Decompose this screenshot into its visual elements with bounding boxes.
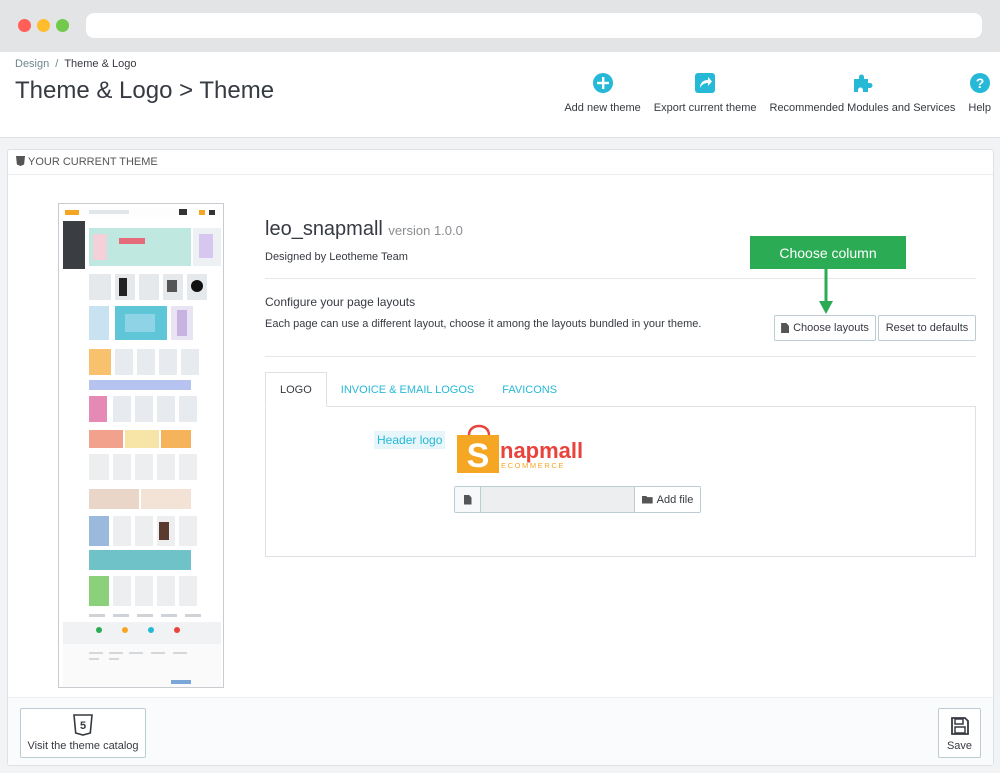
logo-subtext: ECOMMERCE — [501, 461, 565, 470]
reset-to-defaults-label: Reset to defaults — [885, 322, 969, 334]
logo-file-input[interactable]: Add file — [454, 486, 701, 513]
callout-arrow — [819, 269, 833, 314]
export-theme-button[interactable]: Export current theme — [654, 72, 757, 114]
visit-theme-catalog-label: Visit the theme catalog — [27, 740, 139, 752]
theme-name-text: leo_snapmall — [265, 218, 383, 240]
add-new-theme-label: Add new theme — [564, 102, 641, 114]
help-icon: ? — [969, 72, 991, 94]
panel-heading-text: YOUR CURRENT THEME — [28, 156, 158, 168]
divider — [265, 278, 976, 279]
breadcrumb: Design / Theme & Logo — [15, 58, 136, 70]
breadcrumb-design[interactable]: Design — [15, 58, 49, 70]
theme-version: version 1.0.0 — [388, 223, 463, 238]
choose-layouts-label: Choose layouts — [793, 322, 869, 334]
panel-heading: YOUR CURRENT THEME — [8, 150, 993, 175]
add-file-button[interactable]: Add file — [634, 487, 700, 512]
save-button[interactable]: Save — [938, 708, 981, 758]
share-icon — [694, 72, 716, 94]
reset-to-defaults-button[interactable]: Reset to defaults — [878, 315, 976, 341]
add-circle-icon — [592, 72, 614, 94]
minimize-window-dot[interactable] — [37, 19, 50, 32]
logo-tab-content: Header logo S napmall ECOMMERCE Add file — [265, 406, 976, 557]
header-logo-label: Header logo — [374, 431, 446, 449]
layouts-description: Each page can use a different layout, ch… — [265, 318, 702, 330]
svg-text:5: 5 — [80, 720, 86, 732]
address-bar[interactable] — [86, 13, 982, 38]
close-window-dot[interactable] — [18, 19, 31, 32]
layouts-title: Configure your page layouts — [265, 295, 416, 309]
current-theme-panel: YOUR CURRENT THEME leo_snapmall version … — [7, 149, 994, 766]
file-name-field[interactable] — [481, 487, 634, 512]
toolbar: Add new theme Export current theme Recom… — [564, 72, 991, 114]
choose-column-callout: Choose column — [750, 236, 906, 269]
theme-name: leo_snapmall version 1.0.0 — [265, 218, 463, 241]
page-title: Theme & Logo > Theme — [15, 77, 275, 104]
html5-icon: 5 — [73, 714, 93, 736]
file-icon — [455, 487, 481, 512]
help-button[interactable]: ? Help — [968, 72, 991, 114]
tab-logo[interactable]: LOGO — [265, 372, 327, 407]
save-icon — [950, 717, 969, 735]
breadcrumb-current: Theme & Logo — [64, 58, 137, 70]
snapmall-logo: S napmall ECOMMERCE — [457, 424, 583, 473]
file-icon — [781, 323, 790, 333]
save-label: Save — [946, 740, 973, 752]
svg-text:?: ? — [975, 75, 984, 91]
add-file-label: Add file — [656, 493, 694, 506]
tab-invoice-email-logos[interactable]: INVOICE & EMAIL LOGOS — [327, 372, 488, 407]
html5-icon — [16, 156, 25, 166]
logo-initial: S — [467, 437, 490, 473]
choose-layouts-button[interactable]: Choose layouts — [774, 315, 876, 341]
breadcrumb-separator: / — [55, 58, 59, 70]
export-theme-label: Export current theme — [653, 102, 757, 114]
theme-preview-image — [58, 203, 224, 688]
panel-footer: 5 Visit the theme catalog Save — [8, 697, 993, 765]
add-new-theme-button[interactable]: Add new theme — [564, 72, 641, 114]
recommended-modules-label: Recommended Modules and Services — [769, 102, 956, 114]
recommended-modules-button[interactable]: Recommended Modules and Services — [769, 72, 956, 114]
browser-bar — [0, 0, 1000, 52]
logo-text: napmall — [500, 438, 583, 463]
visit-theme-catalog-button[interactable]: 5 Visit the theme catalog — [20, 708, 146, 758]
theme-author: Designed by Leotheme Team — [265, 251, 408, 263]
maximize-window-dot[interactable] — [56, 19, 69, 32]
folder-open-icon — [641, 495, 653, 504]
puzzle-icon — [851, 72, 873, 94]
divider — [265, 356, 976, 357]
help-label: Help — [968, 102, 991, 114]
logo-tabs: LOGO INVOICE & EMAIL LOGOS FAVICONS — [265, 372, 571, 408]
tab-favicons[interactable]: FAVICONS — [488, 372, 571, 407]
page-header: Design / Theme & Logo Theme & Logo > Theme… — [0, 52, 1000, 138]
